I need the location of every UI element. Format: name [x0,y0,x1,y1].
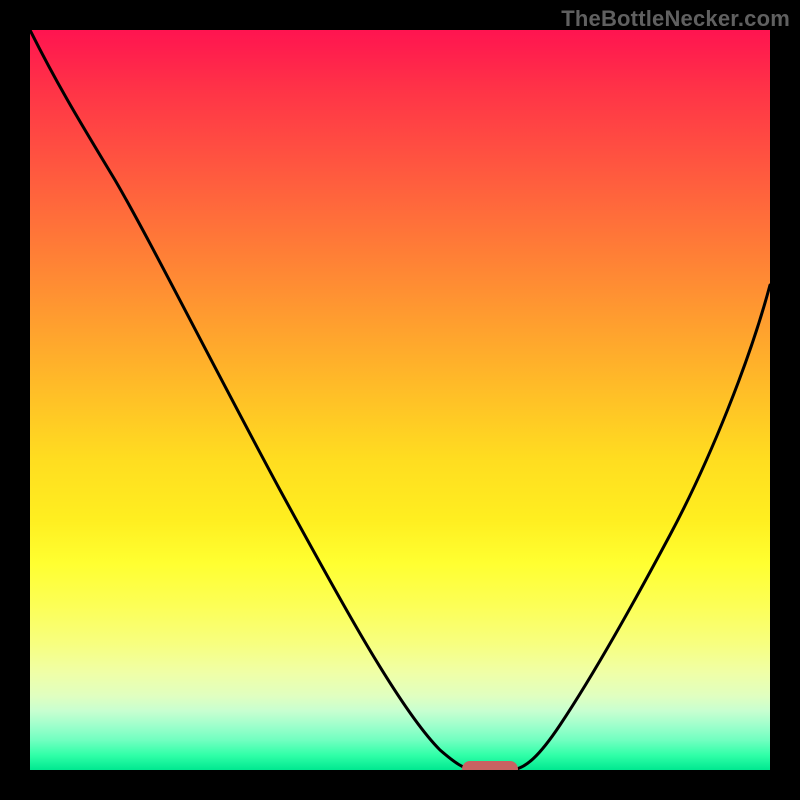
curve-right [510,285,770,770]
watermark: TheBottleNecker.com [561,6,790,32]
plot-area [30,30,770,770]
bottleneck-curve [30,30,770,770]
optimal-marker [462,761,518,770]
curve-left [30,30,475,770]
chart-container: TheBottleNecker.com [0,0,800,800]
